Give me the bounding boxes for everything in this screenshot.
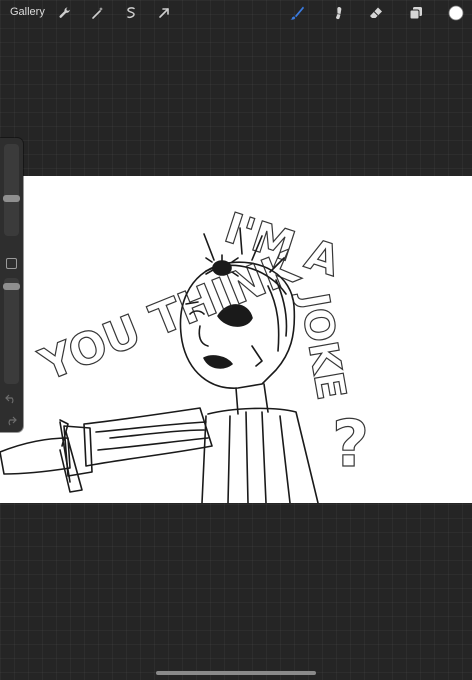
smudge-icon[interactable] <box>328 3 348 23</box>
top-toolbar: Gallery <box>0 0 472 26</box>
eraser-icon[interactable] <box>366 3 386 23</box>
modify-button[interactable] <box>6 258 17 269</box>
opacity-slider[interactable] <box>3 278 20 384</box>
brush-icon[interactable] <box>287 3 307 23</box>
brush-size-slider[interactable] <box>3 144 20 236</box>
drawing-text-line: JOKE <box>290 287 354 404</box>
sketch-artwork: YOU THINK I'M A JOKE ? <box>0 202 370 503</box>
drawing-canvas[interactable]: YOU THINK I'M A JOKE ? <box>0 176 472 503</box>
color-swatch[interactable] <box>446 3 466 23</box>
magic-wand-icon[interactable] <box>88 3 108 23</box>
undo-icon[interactable] <box>5 392 17 404</box>
gallery-button[interactable]: Gallery <box>10 6 45 18</box>
home-indicator[interactable] <box>156 671 316 675</box>
opacity-thumb[interactable] <box>3 282 20 290</box>
sidebar-sliders <box>0 138 23 432</box>
drawing-text-line: ? <box>332 408 369 482</box>
brush-size-thumb[interactable] <box>3 195 20 202</box>
layers-icon[interactable] <box>406 3 426 23</box>
redo-icon[interactable] <box>5 414 17 426</box>
wrench-icon[interactable] <box>55 3 75 23</box>
selection-icon[interactable] <box>121 3 141 23</box>
transform-arrow-icon[interactable] <box>154 3 174 23</box>
